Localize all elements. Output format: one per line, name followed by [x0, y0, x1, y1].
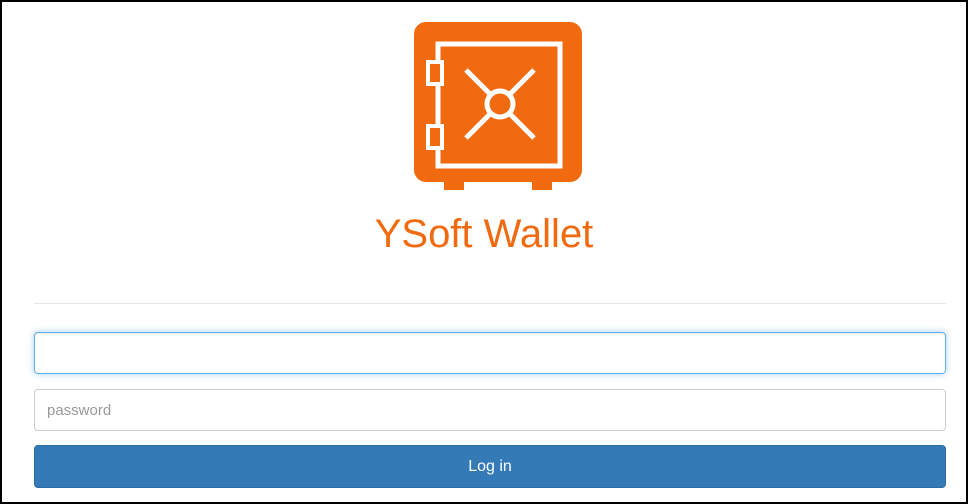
divider — [34, 303, 946, 304]
safe-vault-icon — [414, 22, 582, 190]
username-input[interactable] — [34, 332, 946, 374]
app-title: YSoft Wallet — [374, 212, 594, 256]
login-button[interactable]: Log in — [34, 445, 946, 488]
password-input[interactable] — [34, 389, 946, 431]
login-page: YSoft Wallet Log in — [0, 0, 968, 504]
